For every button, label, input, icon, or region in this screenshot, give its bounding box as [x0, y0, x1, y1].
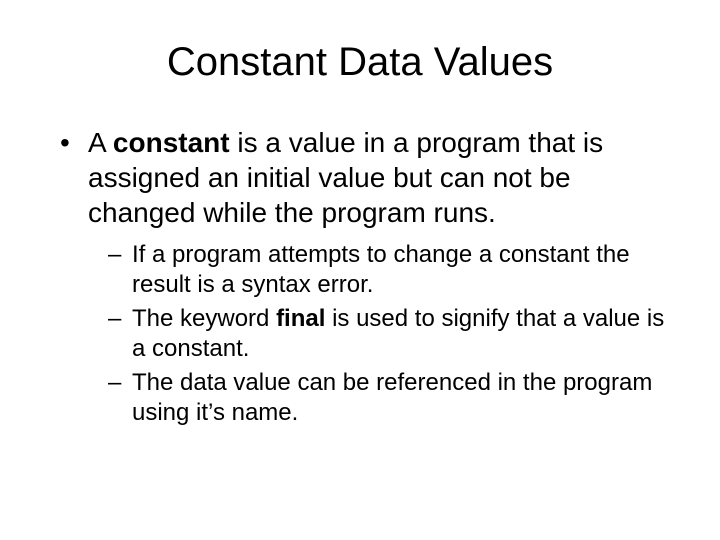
slide: Constant Data Values A constant is a val… [0, 0, 720, 540]
sub-bullet-3: The data value can be referenced in the … [108, 368, 670, 428]
bold-constant: constant [113, 127, 230, 158]
sub-bullet-1: If a program attempts to change a consta… [108, 240, 670, 300]
bullet-list: A constant is a value in a program that … [60, 125, 670, 428]
bullet-item-1: A constant is a value in a program that … [60, 125, 670, 428]
slide-title: Constant Data Values [50, 40, 670, 85]
text-fragment: A [88, 127, 113, 158]
sub-bullet-2: The keyword final is used to signify tha… [108, 304, 670, 364]
bold-final: final [276, 305, 325, 332]
text-fragment: The keyword [132, 305, 276, 332]
sub-bullet-list: If a program attempts to change a consta… [108, 240, 670, 428]
